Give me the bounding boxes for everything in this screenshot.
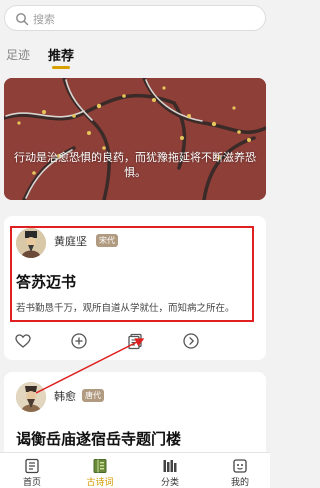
poem-excerpt[interactable]: 若书勤恳千万，观所自道从学就仕，而知病之所在。 (16, 300, 235, 314)
home-icon (25, 458, 39, 474)
user-icon (233, 459, 247, 473)
author-portrait-icon (16, 382, 46, 412)
author-name[interactable]: 黄庭坚 (54, 233, 87, 249)
nav-mine[interactable]: 我的 (213, 453, 267, 488)
poem-title[interactable]: 谒衡岳庙遂宿岳寺题门楼 (16, 428, 181, 449)
heart-icon[interactable] (14, 332, 32, 350)
copy-icon[interactable] (126, 332, 144, 350)
add-icon[interactable] (70, 332, 88, 350)
search-bar-container (0, 0, 270, 36)
active-tab-indicator (52, 66, 70, 69)
poem-card[interactable]: 韩愈 唐代 谒衡岳庙遂宿岳寺题门楼 (4, 372, 266, 462)
quote-banner[interactable]: 行动是治愈恐惧的良药，而犹豫拖延将不断滋养恐惧。 (4, 78, 266, 200)
search-input[interactable] (33, 10, 233, 28)
book-icon (93, 459, 107, 473)
search-icon (16, 13, 29, 26)
nav-mine-label: 我的 (230, 478, 249, 488)
nav-home[interactable]: 首页 (5, 453, 59, 488)
avatar[interactable] (16, 382, 46, 412)
nav-poems[interactable]: 古诗词 (73, 453, 127, 488)
dynasty-badge: 唐代 (82, 389, 104, 402)
card-actions (4, 330, 266, 354)
nav-category-label: 分类 (160, 478, 179, 488)
chevron-right-icon[interactable] (182, 332, 200, 350)
poem-card[interactable]: 黄庭坚 宋代 答苏迈书 若书勤恳千万，观所自道从学就仕，而知病之所在。 (4, 216, 266, 360)
tab-footprints[interactable]: 足迹 (6, 46, 30, 63)
avatar[interactable] (16, 228, 46, 258)
poem-title[interactable]: 答苏迈书 (16, 271, 76, 292)
nav-poems-label: 古诗词 (86, 478, 114, 488)
nav-home-label: 首页 (22, 478, 41, 488)
plum-blossom-painting (4, 78, 266, 200)
dynasty-badge: 宋代 (96, 234, 118, 247)
category-icon (163, 460, 177, 472)
banner-quote: 行动是治愈恐惧的良药，而犹豫拖延将不断滋养恐惧。 (14, 151, 256, 179)
nav-category[interactable]: 分类 (143, 453, 197, 488)
search-bar[interactable] (4, 5, 266, 31)
tab-bar: 足迹 推荐 (0, 40, 270, 69)
author-portrait-icon (16, 228, 46, 258)
tab-recommended[interactable]: 推荐 (48, 45, 74, 64)
bottom-navigation: 首页 古诗词 分类 我的 (0, 452, 270, 488)
author-name[interactable]: 韩愈 (54, 388, 76, 404)
